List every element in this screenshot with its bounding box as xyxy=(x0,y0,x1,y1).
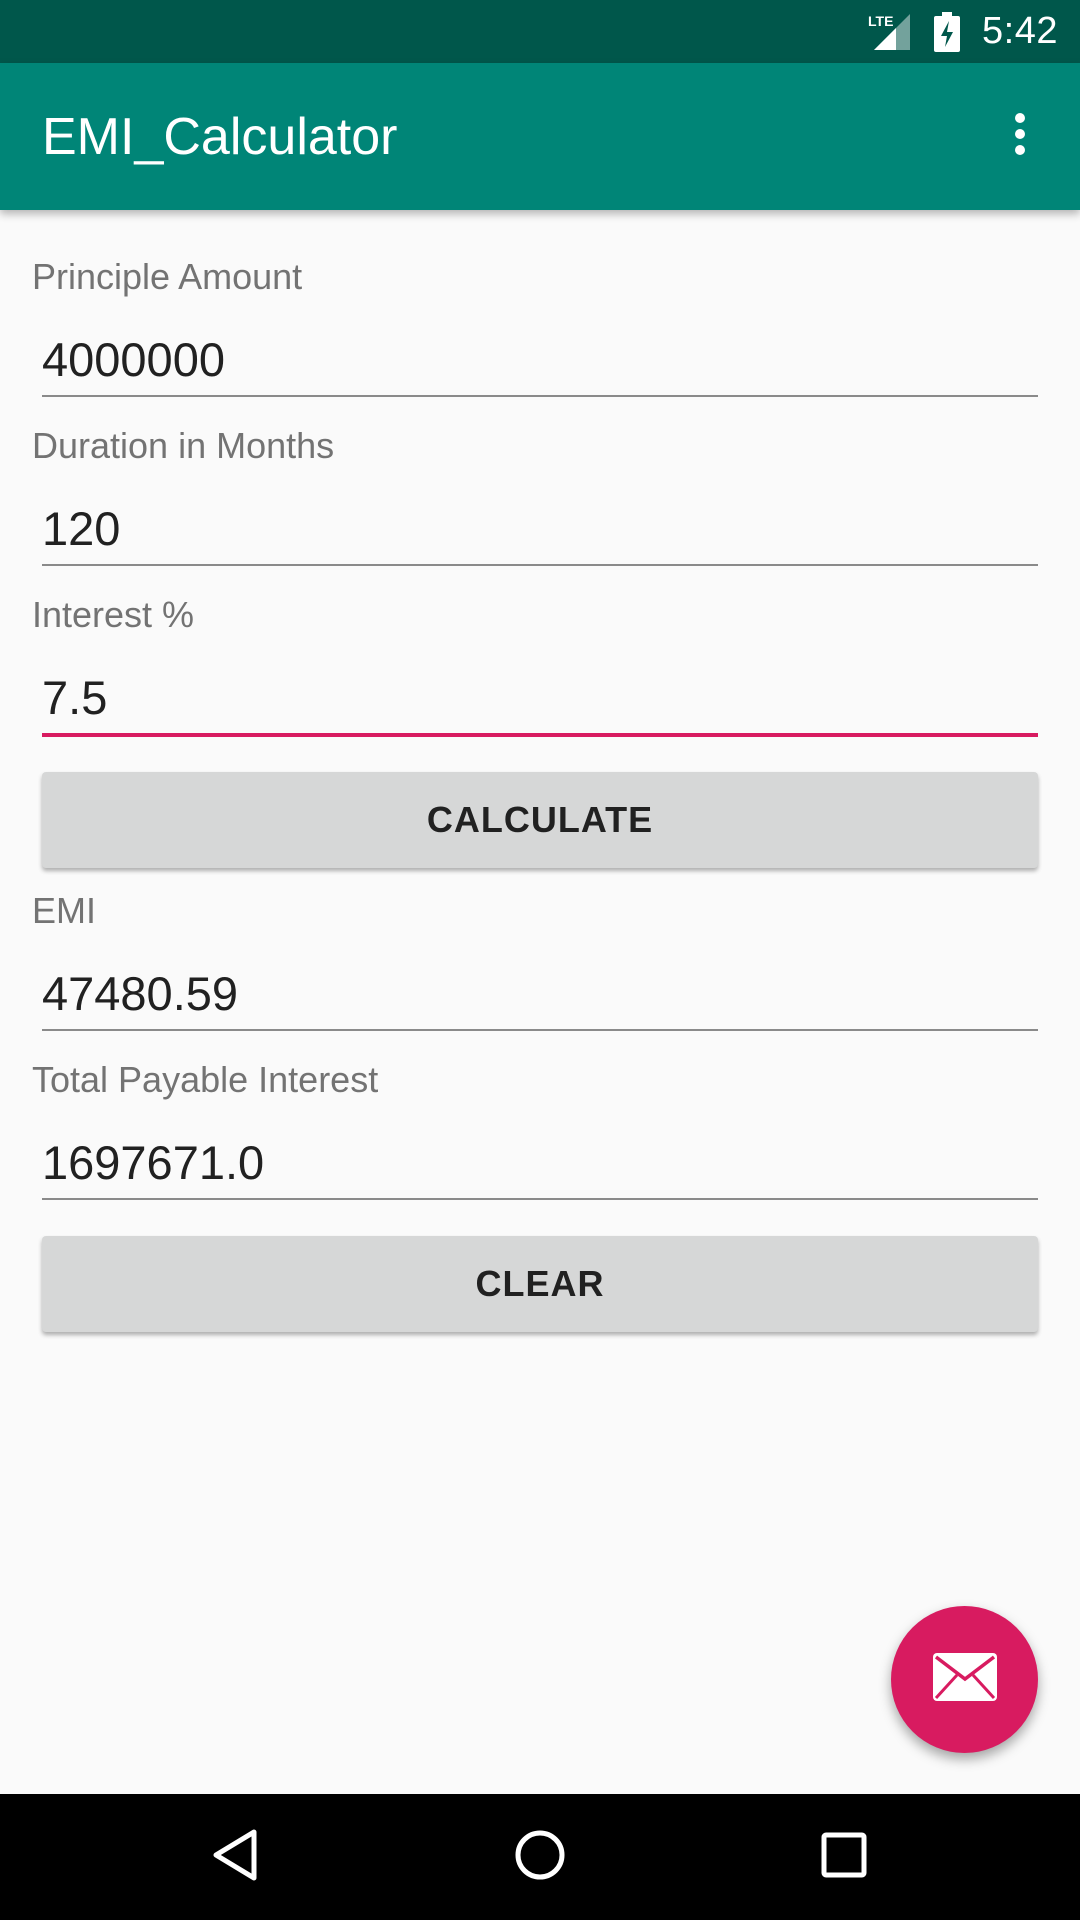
total-interest-underline xyxy=(42,1198,1038,1200)
app-title: EMI_Calculator xyxy=(42,107,398,166)
screen: LTE 5:42 EMI_Calculator Principle Amount… xyxy=(0,0,1080,1920)
status-icons: LTE 5:42 xyxy=(868,0,1058,63)
total-interest-output[interactable]: 1697671.0 xyxy=(42,1135,264,1190)
home-icon xyxy=(513,1828,567,1887)
status-bar: LTE 5:42 xyxy=(0,0,1080,63)
home-button[interactable] xyxy=(470,1794,610,1920)
clear-button[interactable]: CLEAR xyxy=(42,1236,1038,1332)
emi-label: EMI xyxy=(32,890,97,931)
status-time: 5:42 xyxy=(982,10,1058,52)
more-vert-icon xyxy=(1013,112,1027,161)
duration-input[interactable]: 120 xyxy=(42,501,120,556)
recents-button[interactable] xyxy=(774,1794,914,1920)
back-button[interactable] xyxy=(166,1794,306,1920)
principle-amount-underline xyxy=(42,395,1038,397)
overflow-menu-button[interactable] xyxy=(960,63,1080,210)
navigation-bar xyxy=(0,1794,1080,1920)
duration-label: Duration in Months xyxy=(32,425,335,466)
app-bar: EMI_Calculator xyxy=(0,63,1080,210)
interest-underline xyxy=(42,733,1038,737)
emi-underline xyxy=(42,1029,1038,1031)
back-icon xyxy=(212,1828,260,1887)
interest-label: Interest % xyxy=(32,594,195,635)
email-fab-button[interactable] xyxy=(891,1606,1038,1753)
duration-underline xyxy=(42,564,1038,566)
svg-text:LTE: LTE xyxy=(868,13,893,29)
calculate-button[interactable]: CALCULATE xyxy=(42,772,1038,868)
email-icon xyxy=(932,1652,998,1707)
principle-amount-input[interactable]: 4000000 xyxy=(42,332,225,387)
recents-icon xyxy=(820,1831,868,1884)
lte-signal-icon: LTE xyxy=(868,12,912,52)
interest-input[interactable]: 7.5 xyxy=(42,670,107,725)
principle-amount-label: Principle Amount xyxy=(32,256,303,297)
total-interest-label: Total Payable Interest xyxy=(32,1059,379,1100)
battery-charging-icon xyxy=(934,11,961,52)
emi-output[interactable]: 47480.59 xyxy=(42,966,238,1021)
